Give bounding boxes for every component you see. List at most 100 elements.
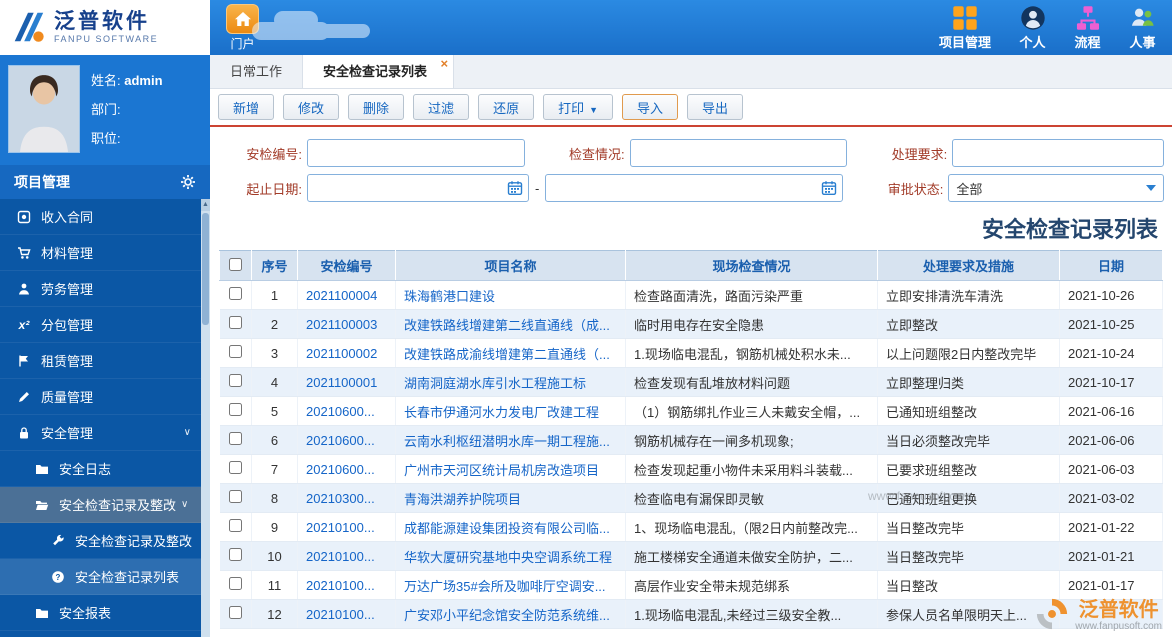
close-icon[interactable]: × bbox=[440, 57, 448, 70]
sidebar-item-safety-report[interactable]: 安全报表 bbox=[0, 595, 201, 631]
row-date: 2021-06-06 bbox=[1060, 426, 1163, 455]
project-link[interactable]: 云南水利枢纽潜明水库一期工程施... bbox=[404, 434, 610, 449]
code-link[interactable]: 2021100002 bbox=[306, 346, 377, 361]
restore-button[interactable]: 还原 bbox=[478, 94, 534, 120]
filter-button[interactable]: 过滤 bbox=[413, 94, 469, 120]
row-date bbox=[1060, 600, 1163, 629]
page-title: 安全检查记录列表 bbox=[210, 210, 1172, 250]
code-link[interactable]: 20210300... bbox=[306, 491, 375, 506]
row-checkbox[interactable] bbox=[229, 316, 242, 329]
nav-personal[interactable]: 个人 bbox=[1019, 5, 1046, 51]
row-date: 2021-01-22 bbox=[1060, 513, 1163, 542]
date-from-input[interactable] bbox=[307, 174, 529, 202]
row-checkbox[interactable] bbox=[229, 606, 242, 619]
row-situation: 1、现场临电混乱,（限2日内前整改完... bbox=[626, 513, 878, 542]
approval-status-label: 审批状态: bbox=[857, 179, 943, 198]
row-checkbox[interactable] bbox=[229, 374, 242, 387]
row-measure: 立即安排清洗车清洗 bbox=[878, 281, 1060, 310]
row-date: 2021-03-02 bbox=[1060, 484, 1163, 513]
sidebar-item-quality-management[interactable]: 质量管理 bbox=[0, 379, 201, 415]
nav-portal[interactable]: 门户 bbox=[226, 4, 259, 52]
date-range-label: 起止日期: bbox=[216, 179, 302, 198]
scroll-up-icon[interactable]: ▲ bbox=[201, 199, 210, 211]
project-link[interactable]: 华软大厦研究基地中央空调系统工程 bbox=[404, 550, 612, 565]
sidebar-section-header[interactable]: 项目管理 bbox=[0, 165, 210, 199]
row-checkbox[interactable] bbox=[229, 287, 242, 300]
date-to-input[interactable] bbox=[545, 174, 843, 202]
chevron-down-icon: ∨ bbox=[184, 427, 191, 438]
row-situation: 检查发现起重小物件未采用料斗装载... bbox=[626, 455, 878, 484]
project-link[interactable]: 成都能源建设集团投资有限公司临... bbox=[404, 521, 610, 536]
sidebar-item-subcontract-management[interactable]: x²分包管理 bbox=[0, 307, 201, 343]
code-link[interactable]: 2021100001 bbox=[306, 375, 377, 390]
sidebar-item-safety-check-record-list[interactable]: ?安全检查记录列表 bbox=[0, 559, 201, 595]
nav-hr[interactable]: 人事 bbox=[1129, 5, 1156, 51]
code-link[interactable]: 20210100... bbox=[306, 578, 375, 593]
project-link[interactable]: 湖南洞庭湖水库引水工程施工标 bbox=[404, 376, 586, 391]
code-link[interactable]: 20210600... bbox=[306, 404, 375, 419]
project-link[interactable]: 青海洪湖养护院项目 bbox=[404, 492, 521, 507]
project-link[interactable]: 万达广场35#会所及咖啡厅空调安... bbox=[404, 579, 606, 594]
tab-daily-work[interactable]: 日常工作 bbox=[210, 55, 303, 88]
sidebar-scrollbar[interactable]: ▲ bbox=[201, 199, 210, 637]
gear-icon[interactable] bbox=[180, 174, 196, 190]
code-link[interactable]: 2021100004 bbox=[306, 288, 377, 303]
row-checkbox-cell bbox=[220, 426, 252, 455]
sidebar-item-label: 分包管理 bbox=[41, 315, 93, 334]
sidebar-item-lease-management[interactable]: 租赁管理 bbox=[0, 343, 201, 379]
add-button[interactable]: 新增 bbox=[218, 94, 274, 120]
button-label: 删除 bbox=[363, 101, 389, 116]
code-input[interactable] bbox=[307, 139, 525, 167]
row-checkbox[interactable] bbox=[229, 548, 242, 561]
situation-input[interactable] bbox=[630, 139, 848, 167]
wrench-icon bbox=[50, 534, 66, 548]
sidebar-item-safety-check-record-edit[interactable]: 安全检查记录及整改 bbox=[0, 523, 201, 559]
code-link[interactable]: 20210100... bbox=[306, 607, 375, 622]
code-link[interactable]: 20210100... bbox=[306, 549, 375, 564]
row-checkbox[interactable] bbox=[229, 432, 242, 445]
calendar-icon[interactable] bbox=[507, 180, 523, 196]
sidebar-item-labor-management[interactable]: 劳务管理 bbox=[0, 271, 201, 307]
import-button[interactable]: 导入 bbox=[622, 94, 678, 120]
row-checkbox[interactable] bbox=[229, 490, 242, 503]
project-link[interactable]: 改建铁路成渝线增建第二直通线（... bbox=[404, 347, 610, 362]
row-checkbox[interactable] bbox=[229, 403, 242, 416]
calendar-icon[interactable] bbox=[821, 180, 837, 196]
tab-safety-check-record-list[interactable]: 安全检查记录列表× bbox=[303, 55, 454, 88]
print-button[interactable]: 打印▼ bbox=[543, 94, 613, 120]
require-input[interactable] bbox=[952, 139, 1164, 167]
row-checkbox[interactable] bbox=[229, 519, 242, 532]
project-link[interactable]: 广安邓小平纪念馆安全防范系统维... bbox=[404, 608, 610, 623]
row-index: 12 bbox=[252, 600, 298, 629]
row-checkbox[interactable] bbox=[229, 461, 242, 474]
row-situation: 高层作业安全带未规范绑系 bbox=[626, 571, 878, 600]
date-to-field bbox=[545, 174, 843, 202]
sidebar-item-safety-log[interactable]: 安全日志 bbox=[0, 451, 201, 487]
sidebar-item-safety-check-records[interactable]: 安全检查记录及整改∨ bbox=[0, 487, 201, 523]
sidebar-item-material-management[interactable]: 材料管理 bbox=[0, 235, 201, 271]
sidebar-item-safety-management[interactable]: 安全管理∨ bbox=[0, 415, 201, 451]
scrollbar-thumb[interactable] bbox=[202, 213, 209, 325]
nav-workflow[interactable]: 流程 bbox=[1074, 5, 1101, 51]
select-all-checkbox[interactable] bbox=[229, 258, 242, 271]
row-code: 20210600... bbox=[298, 397, 396, 426]
project-link[interactable]: 长春市伊通河水力发电厂改建工程 bbox=[404, 405, 599, 420]
sidebar-item-income-contract[interactable]: 收入合同 bbox=[0, 199, 201, 235]
edit-button[interactable]: 修改 bbox=[283, 94, 339, 120]
row-checkbox[interactable] bbox=[229, 577, 242, 590]
project-link[interactable]: 珠海鹤港口建设 bbox=[404, 289, 495, 304]
delete-button[interactable]: 删除 bbox=[348, 94, 404, 120]
code-link[interactable]: 20210600... bbox=[306, 462, 375, 477]
nav-project-management[interactable]: 项目管理 bbox=[939, 5, 991, 51]
table-header-row: 序号安检编号项目名称现场检查情况处理要求及措施日期 bbox=[220, 251, 1163, 281]
project-link[interactable]: 广州市天河区统计局机房改造项目 bbox=[404, 463, 599, 478]
code-link[interactable]: 20210100... bbox=[306, 520, 375, 535]
row-checkbox[interactable] bbox=[229, 345, 242, 358]
sidebar-item-label: 租赁管理 bbox=[41, 351, 93, 370]
row-code: 20210600... bbox=[298, 455, 396, 484]
code-link[interactable]: 20210600... bbox=[306, 433, 375, 448]
approval-status-select[interactable]: 全部 bbox=[948, 174, 1164, 202]
export-button[interactable]: 导出 bbox=[687, 94, 743, 120]
code-link[interactable]: 2021100003 bbox=[306, 317, 377, 332]
project-link[interactable]: 改建铁路线增建第二线直通线（成... bbox=[404, 318, 610, 333]
